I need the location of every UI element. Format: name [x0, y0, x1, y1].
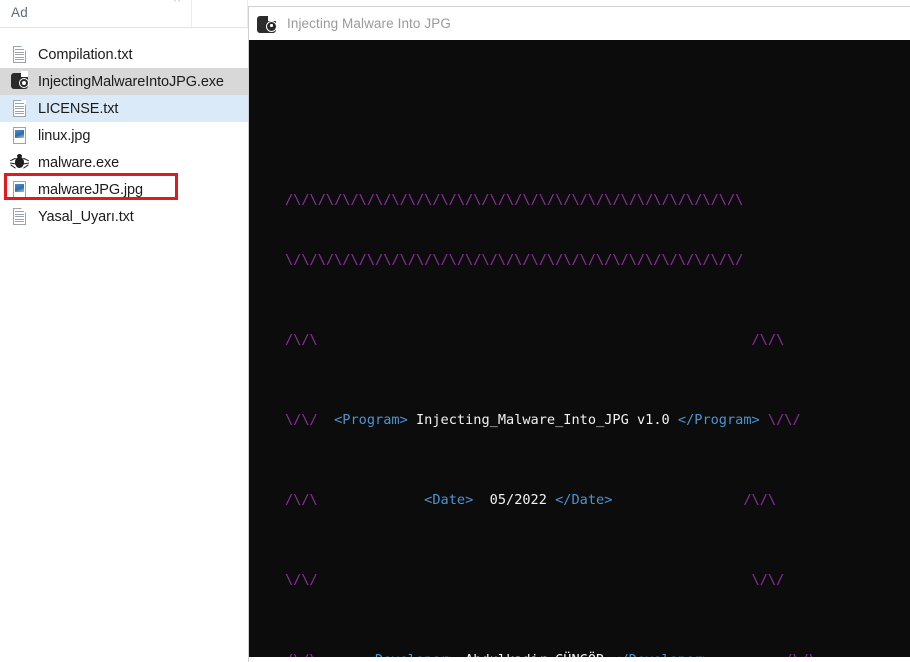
list-item[interactable]: malware.exe: [0, 149, 248, 176]
column-divider[interactable]: [191, 0, 192, 28]
file-name-label: Compilation.txt: [38, 46, 133, 63]
screenshot-root: Ad ^ Compilation.txt InjectingMalwareInt…: [0, 0, 910, 662]
image-file-icon: [11, 126, 28, 145]
banner-line: /\/\/\/\/\/\/\/\/\/\/\/\/\/\/\/\/\/\/\/\…: [285, 190, 910, 210]
text-file-icon: [11, 207, 28, 226]
list-item[interactable]: Yasal_Uyarı.txt: [0, 203, 248, 230]
banner-line: /\/\ /\/\: [285, 330, 910, 350]
banner-program-line: \/\/ <Program> Injecting_Malware_Into_JP…: [285, 410, 910, 430]
list-item[interactable]: linux.jpg: [0, 122, 248, 149]
date-tag-open: <Date>: [424, 492, 474, 508]
list-item[interactable]: Compilation.txt: [0, 41, 248, 68]
banner-edge-right: \/\/: [767, 412, 801, 428]
file-name-label: malwareJPG.jpg: [38, 181, 143, 198]
list-item[interactable]: InjectingMalwareIntoJPG.exe: [0, 68, 248, 95]
text-file-icon: [11, 99, 28, 118]
chevron-up-icon: ^: [174, 0, 190, 7]
banner-date-line: /\/\ <Date> 05/2022 </Date> /\/\: [285, 490, 910, 510]
banner-edge-right: \/\/: [751, 572, 785, 588]
explorer-column-header: Ad ^: [0, 0, 248, 28]
column-header-name[interactable]: Ad: [11, 5, 28, 20]
developer-tag-close: </Developer>: [612, 652, 710, 657]
date-tag-close: </Date>: [555, 492, 613, 508]
developer-value: Abdulkadir GÜNGÖR: [465, 652, 604, 657]
list-item[interactable]: malwareJPG.jpg: [0, 176, 248, 203]
banner-edge-right: /\/\: [743, 492, 777, 508]
file-list: Compilation.txt InjectingMalwareIntoJPG.…: [0, 28, 248, 230]
banner-edge-right: /\/\: [751, 332, 785, 348]
program-tag-open: <Program>: [334, 412, 408, 428]
banner-line: \/\/\/\/\/\/\/\/\/\/\/\/\/\/\/\/\/\/\/\/…: [285, 250, 910, 270]
text-file-icon: [11, 45, 28, 64]
window-titlebar[interactable]: Injecting Malware Into JPG: [249, 7, 910, 40]
window-title: Injecting Malware Into JPG: [287, 16, 451, 31]
application-icon: [11, 71, 29, 91]
file-name-label: malware.exe: [38, 154, 120, 171]
program-value: Injecting_Malware_Into_JPG v1.0: [415, 412, 670, 428]
developer-tag-open: <Developer>: [367, 652, 457, 657]
file-explorer-pane: Ad ^ Compilation.txt InjectingMalwareInt…: [0, 0, 248, 662]
list-item[interactable]: LICENSE.txt: [0, 95, 248, 122]
banner-edge-left: \/\/: [285, 412, 318, 428]
banner-edge-left: /\/\: [285, 652, 318, 657]
banner-zigzag: \/\/\/\/\/\/\/\/\/\/\/\/\/\/\/\/\/\/\/\/…: [285, 252, 744, 268]
banner-edge-left: /\/\: [285, 332, 318, 348]
malware-bug-icon: [9, 153, 30, 172]
file-name-label: Yasal_Uyarı.txt: [38, 208, 134, 225]
application-icon: [257, 13, 277, 34]
file-name-label: LICENSE.txt: [38, 100, 119, 117]
banner-edge-right: /\/\: [784, 652, 817, 657]
banner-line: \/\/ \/\/: [285, 570, 910, 590]
file-name-label: InjectingMalwareIntoJPG.exe: [38, 73, 224, 90]
banner-zigzag: /\/\/\/\/\/\/\/\/\/\/\/\/\/\/\/\/\/\/\/\…: [285, 192, 744, 208]
date-value: 05/2022: [489, 492, 547, 508]
image-file-icon: [11, 180, 28, 199]
file-name-label: linux.jpg: [38, 127, 91, 144]
banner-developer-line: /\/\ <Developer> Abdulkadir GÜNGÖR </Dev…: [285, 650, 910, 657]
banner-edge-left: \/\/: [285, 572, 318, 588]
console-output[interactable]: /\/\/\/\/\/\/\/\/\/\/\/\/\/\/\/\/\/\/\/\…: [249, 40, 910, 657]
program-tag-close: </Program>: [677, 412, 760, 428]
banner-edge-left: /\/\: [285, 492, 318, 508]
terminal-window: Injecting Malware Into JPG /\/\/\/\/\/\/…: [248, 6, 910, 662]
